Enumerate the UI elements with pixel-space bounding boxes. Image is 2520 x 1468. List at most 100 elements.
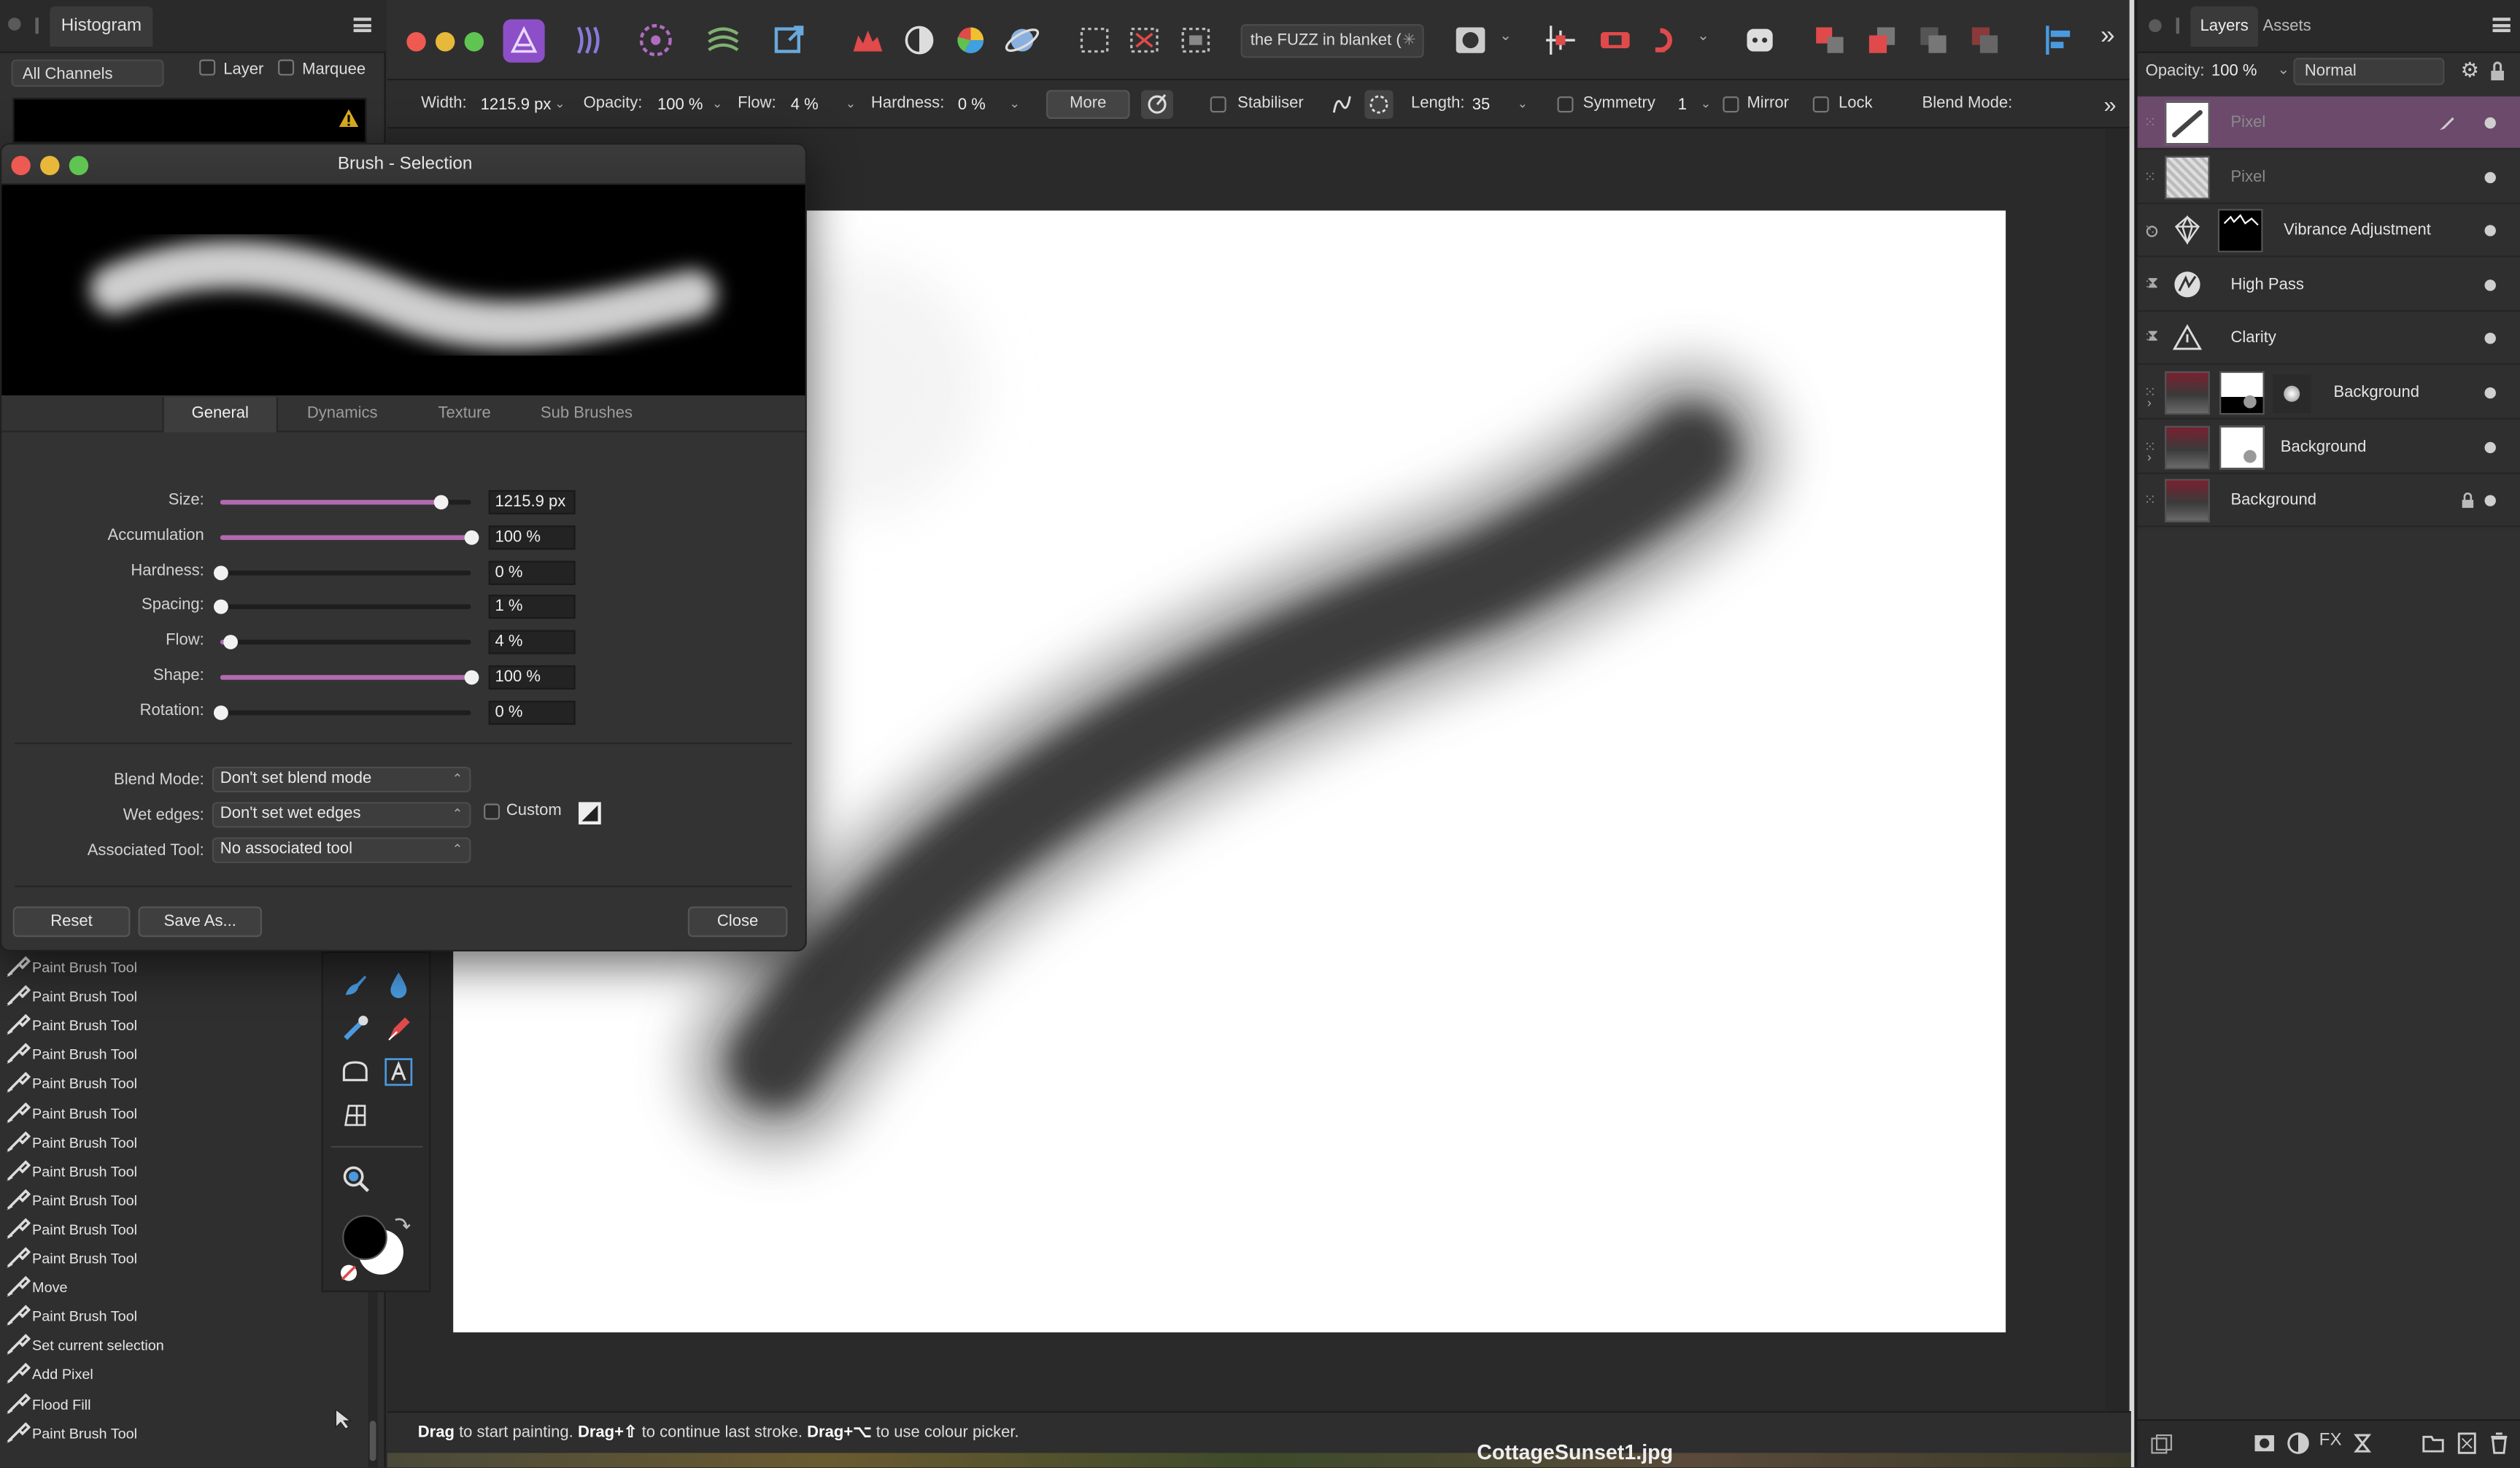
- no-colour-icon[interactable]: [339, 1263, 358, 1282]
- marquee-select-icon[interactable]: [1075, 21, 1114, 60]
- flow-field[interactable]: 4 %: [791, 93, 819, 117]
- wet-edges-curve-icon[interactable]: [579, 802, 601, 825]
- history-item[interactable]: Paint Brush Tool: [0, 1040, 362, 1070]
- slider-track[interactable]: [220, 635, 471, 650]
- layer-lock-icon[interactable]: [2460, 492, 2475, 509]
- panel-grip-icon[interactable]: [2176, 18, 2179, 34]
- chevron-down-icon[interactable]: ⌄: [846, 80, 857, 128]
- layer-row[interactable]: ⁙ Background: [2137, 474, 2520, 528]
- history-item[interactable]: Paint Brush Tool: [0, 953, 362, 982]
- foreground-colour-swatch[interactable]: [342, 1215, 387, 1260]
- shape-tool-icon[interactable]: [339, 1056, 371, 1088]
- liquify-persona-icon[interactable]: [571, 21, 609, 60]
- length-field[interactable]: 35: [1472, 93, 1491, 117]
- expand-chevron-icon[interactable]: ›: [2147, 395, 2152, 410]
- layer-visibility-toggle[interactable]: [2484, 171, 2496, 183]
- layer-row[interactable]: ⁙ › Background: [2137, 420, 2520, 474]
- tab-sub-brushes[interactable]: Sub Brushes: [529, 397, 645, 432]
- window-mode-icon[interactable]: [1364, 90, 1394, 120]
- slider-knob[interactable]: [223, 635, 239, 650]
- chevron-down-icon[interactable]: ⌄: [1517, 80, 1528, 128]
- tab-texture[interactable]: Texture: [406, 397, 522, 432]
- mask-layer-icon[interactable]: [2253, 1432, 2276, 1455]
- slider-value-field[interactable]: 1 %: [488, 595, 576, 619]
- stabiliser-checkbox[interactable]: [1210, 96, 1226, 113]
- tab-assets[interactable]: Assets: [2261, 7, 2313, 47]
- width-field[interactable]: 1215.9 px: [481, 93, 552, 117]
- lock-checkbox[interactable]: [1812, 96, 1829, 113]
- align-icon[interactable]: [2039, 21, 2078, 60]
- layer-drag-handle-icon[interactable]: ⁙: [2144, 492, 2157, 509]
- slider-value-field[interactable]: 100 %: [488, 525, 576, 549]
- history-item[interactable]: Paint Brush Tool: [0, 1302, 362, 1332]
- chevron-down-icon[interactable]: ⌄: [1701, 80, 1712, 128]
- reset-button[interactable]: Reset: [12, 906, 131, 938]
- assistant-icon[interactable]: [1596, 21, 1634, 60]
- context-overflow-icon[interactable]: »: [2103, 80, 2116, 128]
- close-button[interactable]: Close: [687, 906, 788, 938]
- slider-track[interactable]: [220, 530, 479, 545]
- dialog-zoom-light[interactable]: [69, 155, 89, 176]
- document-title-field[interactable]: the FUZZ in blanket (✳: [1240, 24, 1424, 58]
- arrange-back-icon[interactable]: [1966, 21, 2004, 60]
- quick-mask-icon[interactable]: [1451, 21, 1490, 60]
- panel-menu-icon[interactable]: [2492, 18, 2511, 33]
- rope-mode-icon[interactable]: [1328, 90, 1357, 119]
- history-item[interactable]: Flood Fill: [0, 1389, 362, 1418]
- auto-colours-icon[interactable]: [951, 21, 990, 60]
- layer-visibility-toggle[interactable]: [2484, 333, 2496, 345]
- histogram-toggle-icon[interactable]: [849, 21, 887, 60]
- history-item[interactable]: Paint Brush Tool: [0, 1418, 362, 1448]
- slider-knob[interactable]: [464, 530, 479, 545]
- trash-icon[interactable]: [2488, 1432, 2511, 1455]
- chevron-down-icon[interactable]: ⌄: [712, 80, 723, 128]
- blend-mode-select[interactable]: Don't set blend mode: [212, 766, 471, 792]
- history-item[interactable]: Paint Brush Tool: [0, 1244, 362, 1273]
- window-zoom-button[interactable]: [464, 32, 484, 52]
- history-item[interactable]: Paint Brush Tool: [0, 1127, 362, 1156]
- symmetry-count-field[interactable]: 1: [1678, 93, 1687, 117]
- tone-mapping-persona-icon[interactable]: [704, 21, 743, 60]
- slider-knob[interactable]: [213, 705, 228, 720]
- history-item[interactable]: Paint Brush Tool: [0, 1156, 362, 1186]
- layer-row[interactable]: ⁙ Pixel: [2137, 96, 2520, 150]
- slider-knob[interactable]: [464, 670, 479, 685]
- studio-link-icon[interactable]: [1741, 21, 1779, 60]
- add-pixel-layer-icon[interactable]: [2456, 1432, 2478, 1455]
- toolbar-overflow-icon[interactable]: »: [2100, 23, 2115, 52]
- add-group-icon[interactable]: [2422, 1432, 2445, 1455]
- history-item[interactable]: Paint Brush Tool: [0, 1215, 362, 1244]
- layer-visibility-toggle[interactable]: [2484, 441, 2496, 453]
- pen-tool-icon[interactable]: [382, 1013, 414, 1045]
- tab-dynamics[interactable]: Dynamics: [285, 397, 401, 432]
- opacity-field[interactable]: 100 %: [657, 93, 703, 117]
- history-item[interactable]: Paint Brush Tool: [0, 982, 362, 1011]
- edit-layer-icon[interactable]: [2438, 114, 2456, 131]
- close-panel-icon[interactable]: [2149, 19, 2162, 33]
- chevron-down-icon[interactable]: ⌄: [1499, 27, 1512, 45]
- associated-tool-select[interactable]: No associated tool: [212, 837, 471, 863]
- history-item[interactable]: Move: [0, 1273, 362, 1302]
- layer-drag-handle-icon[interactable]: ⁙: [2144, 168, 2157, 185]
- history-item[interactable]: Paint Brush Tool: [0, 1070, 362, 1099]
- layer-visibility-toggle[interactable]: [2484, 225, 2496, 237]
- custom-checkbox[interactable]: [484, 803, 500, 820]
- slider-knob[interactable]: [434, 495, 449, 510]
- expand-chevron-icon[interactable]: ›: [2147, 449, 2152, 464]
- slider-knob[interactable]: [213, 565, 228, 580]
- history-item[interactable]: Paint Brush Tool: [0, 1099, 362, 1128]
- chevron-down-icon[interactable]: ⌄: [2277, 61, 2289, 79]
- chevron-down-icon[interactable]: ⌄: [554, 80, 565, 128]
- close-panel-icon[interactable]: [8, 18, 21, 31]
- panel-menu-icon[interactable]: [353, 18, 371, 33]
- layer-display-options-icon[interactable]: [2150, 1434, 2173, 1456]
- slider-value-field[interactable]: 100 %: [488, 665, 576, 690]
- arrange-front-icon[interactable]: [1812, 21, 1850, 60]
- brush-options-icon[interactable]: [1140, 90, 1174, 120]
- swap-colours-icon[interactable]: [392, 1213, 411, 1232]
- hardness-field[interactable]: 0 %: [958, 93, 986, 117]
- history-item[interactable]: Paint Brush Tool: [0, 1186, 362, 1215]
- paint-brush-tool-icon[interactable]: [339, 969, 371, 1001]
- tab-layers[interactable]: Layers: [2190, 6, 2258, 47]
- slider-track[interactable]: [220, 670, 479, 685]
